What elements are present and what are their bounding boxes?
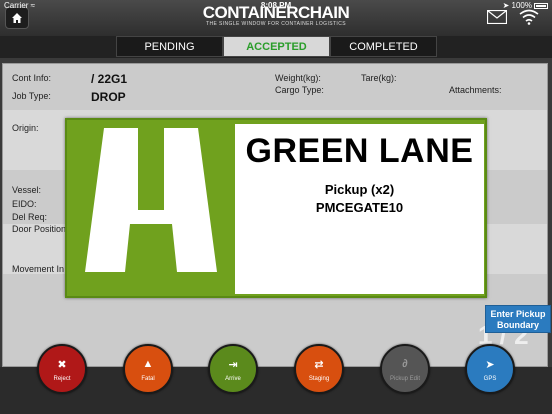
fatal-button[interactable]: ▲ Fatal xyxy=(123,344,173,394)
shuffle-icon: ⇄ xyxy=(314,359,324,371)
cargo-type-label: Cargo Type: xyxy=(275,85,324,95)
tab-completed[interactable]: COMPLETED xyxy=(330,36,437,57)
staging-label: Staging xyxy=(308,376,330,382)
battery-icon xyxy=(534,2,548,9)
paperclip-icon: ∂ xyxy=(402,358,408,370)
fatal-label: Fatal xyxy=(141,376,155,382)
gate-code: PMCEGATE10 xyxy=(315,200,404,215)
tare-label: Tare(kg): xyxy=(361,73,397,83)
weight-label: Weight(kg): xyxy=(275,73,321,83)
attachments-label: Attachments: xyxy=(449,85,502,95)
green-lane-logo-icon xyxy=(71,124,233,294)
eido-label: EIDO: xyxy=(12,199,37,209)
home-icon xyxy=(12,13,22,23)
logo-tagline: THE SINGLE WINDOW FOR CONTAINER LOGISTIC… xyxy=(206,21,346,27)
arrive-icon: ⇥ xyxy=(228,359,238,371)
lane-assignment-modal[interactable]: GREEN LANE Pickup (x2) PMCEGATE10 xyxy=(65,118,487,298)
job-type-label: Job Type: xyxy=(12,91,51,101)
job-type-value: DROP xyxy=(91,90,126,104)
job-tabs: PENDING ACCEPTED COMPLETED xyxy=(0,36,552,58)
arrive-label: Arrive xyxy=(225,376,241,382)
cont-info-label: Cont Info: xyxy=(12,73,52,83)
cont-info-value: / 22G1 xyxy=(91,72,128,86)
x-icon: ✖ xyxy=(57,359,67,371)
lane-name: GREEN LANE xyxy=(245,132,474,170)
reject-label: Reject xyxy=(53,376,71,382)
warning-icon: ▲ xyxy=(142,358,154,370)
pickup-count: Pickup (x2) xyxy=(324,182,395,197)
reject-button[interactable]: ✖ Reject xyxy=(37,344,87,394)
origin-label: Origin: xyxy=(12,123,39,133)
tab-pending[interactable]: PENDING xyxy=(116,36,223,57)
status-bar: Carrier ≈ 8:08 PM ➤ 100% xyxy=(0,0,552,12)
mail-icon[interactable] xyxy=(487,10,507,24)
tab-accepted[interactable]: ACCEPTED xyxy=(223,36,330,57)
movement-label: Movement In xyxy=(12,264,65,274)
battery-indicator: ➤ 100% xyxy=(503,1,548,10)
del-req-label: Del Req: xyxy=(12,212,48,222)
lane-info-card: GREEN LANE Pickup (x2) PMCEGATE10 xyxy=(235,124,484,294)
enter-pickup-boundary-button[interactable]: Enter Pickup Boundary xyxy=(485,305,551,333)
gps-button[interactable]: ➤ GPS xyxy=(465,344,515,394)
location-arrow-icon: ➤ xyxy=(485,359,495,371)
door-position-label: Door Position xyxy=(12,224,67,234)
gps-label: GPS xyxy=(483,376,497,382)
staging-button[interactable]: ⇄ Staging xyxy=(294,344,344,394)
pickup-edit-label: Pickup Edit xyxy=(389,376,420,382)
vessel-label: Vessel: xyxy=(12,185,42,195)
pickup-edit-button[interactable]: ∂ Pickup Edit xyxy=(380,344,430,394)
arrive-button[interactable]: ⇥ Arrive xyxy=(208,344,258,394)
clock: 8:08 PM xyxy=(260,1,292,10)
